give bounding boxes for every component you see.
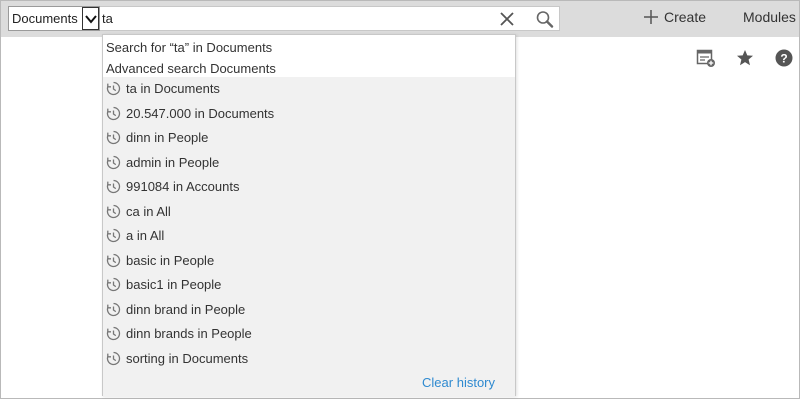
history-item-label: dinn brands in People xyxy=(126,326,252,341)
create-button[interactable]: Create xyxy=(643,9,706,25)
search-icon[interactable] xyxy=(535,10,555,28)
history-item[interactable]: dinn brands in People xyxy=(103,322,515,346)
add-widget-icon[interactable] xyxy=(696,48,716,68)
search-box xyxy=(100,6,560,31)
history-item-label: basic in People xyxy=(126,252,215,268)
history-icon xyxy=(106,204,121,219)
star-icon[interactable] xyxy=(735,48,755,68)
history-item-label: a in All xyxy=(126,228,165,243)
history-item-label: 991084 in Accounts xyxy=(126,179,240,194)
history-icon xyxy=(106,302,121,317)
history-item-label: basic1 in People xyxy=(126,277,222,292)
history-item[interactable]: basic in People xyxy=(103,249,515,273)
history-icon xyxy=(106,228,121,243)
history-icon xyxy=(106,326,121,341)
history-item[interactable]: dinn in People xyxy=(103,126,515,150)
clear-history-link[interactable]: Clear history xyxy=(422,375,495,390)
create-button-label: Create xyxy=(664,9,707,25)
history-item[interactable]: 991084 in Accounts xyxy=(103,175,515,199)
history-item-label: admin in People xyxy=(126,154,220,170)
history-icon xyxy=(106,253,121,268)
search-for-option[interactable]: Search for “ta” in Documents xyxy=(106,40,272,55)
search-actions: Search for “ta” in Documents Advanced se… xyxy=(103,35,515,77)
search-scope-select[interactable]: Documents xyxy=(8,6,100,31)
history-icon xyxy=(106,130,121,145)
history-icon xyxy=(106,155,121,170)
history-icon xyxy=(106,81,121,96)
history-icon xyxy=(106,106,121,121)
help-icon[interactable]: ? xyxy=(774,48,794,68)
history-item-label: sorting in Documents xyxy=(126,350,249,366)
search-history-list: ta in Documents 20.547.000 in Documents … xyxy=(103,77,515,397)
history-item[interactable]: basic1 in People xyxy=(103,273,515,297)
history-item[interactable]: sorting in Documents xyxy=(103,347,515,371)
history-item-label: 20.547.000 in Documents xyxy=(126,105,275,121)
history-item-label: dinn brand in People xyxy=(126,301,246,317)
chevron-down-icon[interactable] xyxy=(82,7,99,30)
close-icon[interactable] xyxy=(499,11,515,27)
history-item[interactable]: a in All xyxy=(103,224,515,248)
history-item[interactable]: admin in People xyxy=(103,151,515,175)
modules-button[interactable]: Modules xyxy=(743,9,796,25)
plus-icon xyxy=(644,10,658,24)
history-item-label: dinn in People xyxy=(126,130,209,145)
search-suggestions-dropdown: Search for “ta” in Documents Advanced se… xyxy=(102,34,516,397)
advanced-search-option[interactable]: Advanced search Documents xyxy=(106,61,276,76)
search-input[interactable] xyxy=(102,7,482,30)
history-item-label: ta in Documents xyxy=(126,81,220,96)
history-item[interactable]: ca in All xyxy=(103,200,515,224)
history-icon xyxy=(106,179,121,194)
search-scope-value: Documents xyxy=(12,11,78,26)
history-icon xyxy=(106,351,121,366)
history-item[interactable]: dinn brand in People xyxy=(103,298,515,322)
svg-text:?: ? xyxy=(780,52,787,66)
history-item-label: ca in All xyxy=(126,203,171,219)
history-icon xyxy=(106,277,121,292)
history-item[interactable]: 20.547.000 in Documents xyxy=(103,102,515,126)
history-item[interactable]: ta in Documents xyxy=(103,77,515,101)
